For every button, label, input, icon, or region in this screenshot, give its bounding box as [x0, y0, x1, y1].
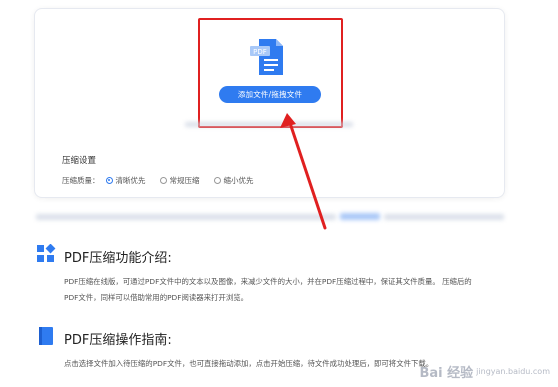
- guide-book-icon: [39, 327, 53, 345]
- watermark-sub: jingyan.baidu.com: [476, 367, 550, 376]
- radio-icon[interactable]: [213, 176, 221, 184]
- option-smaller-first[interactable]: 缩小优先: [213, 175, 254, 186]
- features-grid-icon: [37, 244, 56, 262]
- option-normal[interactable]: 常规压缩: [159, 175, 200, 186]
- add-file-button[interactable]: 添加文件/拖拽文件: [219, 86, 321, 103]
- guide-title: PDF压缩操作指南:: [64, 333, 172, 348]
- radio-icon[interactable]: [159, 176, 167, 184]
- option-clarity-first[interactable]: 清晰优先: [105, 175, 146, 186]
- radio-selected-icon[interactable]: [105, 176, 113, 184]
- blurred-strip-accent: [340, 213, 380, 220]
- compress-settings-title: 压缩设置: [62, 156, 97, 166]
- compress-quality-row: 压缩质量： 清晰优先 常规压缩 缩小优先: [62, 174, 268, 186]
- quality-label: 压缩质量：: [62, 175, 100, 185]
- intro-text-line-2: PDF文件，同样可以借助常用的PDF阅读器来打开浏览。: [64, 293, 249, 302]
- option-label: 常规压缩: [169, 175, 200, 185]
- blurred-hint: [185, 122, 353, 127]
- option-label: 缩小优先: [223, 175, 254, 185]
- intro-title: PDF压缩功能介绍:: [64, 251, 172, 266]
- pdf-file-icon[interactable]: PDF: [249, 37, 287, 77]
- option-label: 清晰优先: [115, 175, 146, 185]
- intro-text-line-1: PDF压缩在线版，可通过PDF文件中的文本以及图像，来减少文件的大小，并在PDF…: [64, 277, 472, 286]
- blurred-strip: [36, 214, 336, 220]
- baidu-watermark-logo: Bai 经验 jingyan.baidu.com: [420, 362, 551, 381]
- watermark-brand: Bai 经验: [419, 366, 474, 381]
- pdf-badge-text: PDF: [253, 48, 267, 56]
- blurred-strip: [384, 214, 504, 220]
